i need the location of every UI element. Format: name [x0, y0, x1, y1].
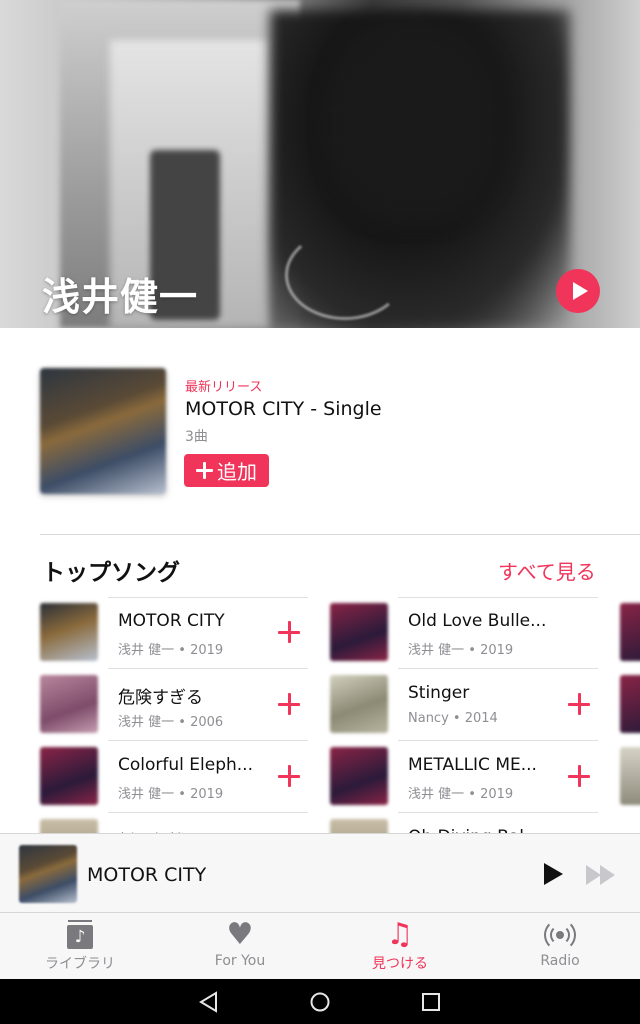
add-song-icon[interactable] — [568, 765, 590, 787]
song-row[interactable]: METALLIC ME... 浅井 健一 • 2019 — [330, 741, 600, 813]
tab-browse[interactable]: ♫ 見つける — [320, 913, 480, 979]
song-subtitle: 浅井 健一 • 2006 — [118, 715, 224, 730]
now-playing-title[interactable]: MOTOR CITY — [87, 864, 206, 886]
tab-label: Radio — [540, 953, 580, 969]
latest-release-artwork[interactable] — [40, 368, 166, 494]
play-icon[interactable] — [544, 863, 563, 885]
home-icon[interactable] — [309, 991, 331, 1013]
artist-hero-banner: 浅井健一 — [0, 0, 640, 328]
plus-icon — [196, 462, 213, 479]
song-title: 危険すぎる — [118, 688, 203, 708]
system-navigation-bar — [0, 979, 640, 1024]
fast-forward-icon[interactable] — [586, 865, 618, 885]
row-divider — [398, 597, 598, 598]
play-artist-button[interactable] — [556, 269, 600, 313]
artist-name: 浅井健一 — [42, 275, 199, 319]
peek-artwork — [620, 603, 640, 661]
music-note-icon: ♫ — [386, 917, 414, 952]
library-icon — [67, 920, 93, 949]
tab-for-you[interactable]: ♥ For You — [160, 913, 320, 979]
tab-radio[interactable]: Radio — [480, 913, 640, 979]
see-all-link[interactable]: すべて見る — [498, 556, 596, 585]
tab-label: For You — [214, 953, 266, 969]
song-row[interactable]: MOTOR CITY 浅井 健一 • 2019 — [40, 597, 310, 669]
song-title: Old Love Bulle... — [408, 611, 547, 631]
song-row[interactable]: 危険すぎる 浅井 健一 • 2006 — [40, 669, 310, 741]
add-song-icon[interactable] — [278, 765, 300, 787]
tab-library[interactable]: ライブラリ — [0, 913, 160, 979]
row-divider — [108, 597, 308, 598]
song-artwork — [330, 747, 388, 805]
latest-release-kicker: 最新リリース — [185, 380, 263, 395]
peek-artwork — [620, 747, 640, 805]
top-songs-heading: トップソング — [42, 560, 180, 586]
radio-icon-wave — [544, 919, 576, 951]
song-title: Stinger — [408, 683, 470, 703]
tab-bar: ライブラリ ♥ For You ♫ 見つける Radio — [0, 913, 640, 979]
tab-label: 見つける — [372, 956, 428, 972]
song-row[interactable]: Colorful Eleph... 浅井 健一 • 2019 — [40, 741, 310, 813]
song-artwork — [40, 675, 98, 733]
add-song-icon[interactable] — [278, 693, 300, 715]
now-playing-artwork[interactable] — [19, 845, 77, 903]
song-title: Colorful Eleph... — [118, 755, 253, 775]
song-subtitle: 浅井 健一 • 2019 — [408, 643, 514, 658]
section-divider — [40, 534, 640, 535]
song-subtitle: Nancy • 2014 — [408, 711, 498, 726]
song-title: METALLIC ME... — [408, 755, 537, 775]
song-artwork — [330, 603, 388, 661]
mini-player[interactable]: MOTOR CITY — [0, 833, 640, 913]
song-row[interactable]: Stinger Nancy • 2014 — [330, 669, 600, 741]
song-artwork — [330, 675, 388, 733]
song-subtitle: 浅井 健一 • 2019 — [408, 787, 514, 802]
song-row[interactable]: Old Love Bulle... 浅井 健一 • 2019 — [330, 597, 600, 669]
add-song-icon[interactable] — [568, 693, 590, 715]
latest-release-track-count: 3曲 — [185, 429, 208, 445]
add-song-icon[interactable] — [278, 621, 300, 643]
song-artwork — [40, 603, 98, 661]
recent-apps-icon[interactable] — [420, 991, 442, 1013]
add-release-button[interactable]: 追加 — [184, 454, 269, 487]
tab-label: ライブラリ — [45, 956, 115, 972]
hero-photo-head — [330, 20, 500, 220]
back-icon[interactable] — [198, 991, 220, 1013]
heart-icon: ♥ — [226, 917, 254, 952]
add-release-label: 追加 — [217, 460, 257, 484]
song-subtitle: 浅井 健一 • 2019 — [118, 643, 224, 658]
hero-photo-cord — [285, 230, 405, 320]
song-subtitle: 浅井 健一 • 2019 — [118, 787, 224, 802]
radio-icon — [543, 919, 577, 951]
song-artwork — [40, 747, 98, 805]
song-title: MOTOR CITY — [118, 611, 225, 631]
peek-artwork — [620, 675, 640, 733]
latest-release-title[interactable]: MOTOR CITY - Single — [185, 398, 382, 420]
